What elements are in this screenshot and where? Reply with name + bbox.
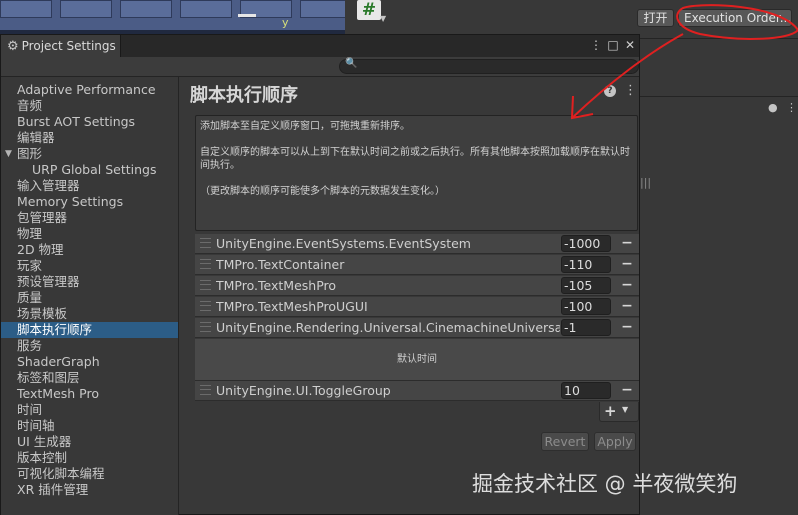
- sidebar-item-version-control[interactable]: 版本控制: [17, 450, 67, 466]
- gear-icon: ⚙: [7, 39, 19, 54]
- csharp-script-icon: #: [357, 0, 381, 20]
- drag-handle-icon[interactable]: [200, 238, 211, 248]
- sidebar-item-adaptive-performance[interactable]: Adaptive Performance: [17, 82, 156, 98]
- close-icon[interactable]: ✕: [623, 37, 637, 53]
- sidebar-item-quality[interactable]: 质量: [17, 290, 42, 306]
- execution-order-button[interactable]: Execution Order...: [678, 9, 792, 27]
- order-value-input[interactable]: -110: [561, 256, 611, 273]
- script-name: UnityEngine.EventSystems.EventSystem: [216, 236, 471, 251]
- sidebar-item-editor[interactable]: 编辑器: [17, 130, 55, 146]
- scene-gizmo-bar: [238, 14, 256, 17]
- inspector-divider: [640, 38, 798, 39]
- kebab-menu-icon[interactable]: ⋮: [786, 101, 797, 114]
- sidebar-item-burst-aot[interactable]: Burst AOT Settings: [17, 114, 135, 130]
- help-text-line: 自定义顺序的脚本可以从上到下在默认时间之前或之后执行。所有其他脚本按照加载顺序在…: [200, 147, 630, 171]
- sidebar-item-audio[interactable]: 音频: [17, 98, 42, 114]
- chevron-down-icon[interactable]: ▼: [622, 405, 628, 414]
- default-time-marker: 默认时间: [195, 339, 639, 381]
- sidebar-item-services[interactable]: 服务: [17, 338, 42, 354]
- order-value-input[interactable]: -1: [561, 319, 611, 336]
- chevron-down-icon[interactable]: ▼: [380, 14, 386, 23]
- sidebar-item-player[interactable]: 玩家: [17, 258, 42, 274]
- search-icon: 🔍: [345, 58, 358, 69]
- help-icon[interactable]: ●: [768, 101, 778, 114]
- sidebar-item-timeline[interactable]: 时间轴: [17, 418, 55, 434]
- sidebar-item-visual-scripting[interactable]: 可视化脚本编程: [17, 466, 105, 482]
- expand-arrow-icon[interactable]: ▼: [5, 149, 12, 159]
- order-value-input[interactable]: -1000: [561, 235, 611, 252]
- settings-sidebar: Adaptive Performance 音频 Burst AOT Settin…: [1, 77, 179, 515]
- sidebar-item-tags-and-layers[interactable]: 标签和图层: [17, 370, 80, 386]
- sidebar-item-xr-plugin[interactable]: XR 插件管理: [17, 482, 88, 498]
- list-item[interactable]: TMPro.TextMeshPro -105 −: [195, 276, 639, 296]
- default-time-label: 默认时间: [397, 354, 437, 365]
- watermark-text: 掘金技术社区 @ 半夜微笑狗: [472, 472, 738, 496]
- help-info-box: 添加脚本至自定义顺序窗口，可拖拽重新排序。 自定义顺序的脚本可以从上到下在默认时…: [195, 115, 638, 231]
- drag-handle-icon[interactable]: [200, 301, 211, 311]
- help-text-line: （更改脚本的顺序可能使多个脚本的元数据发生变化。）: [200, 186, 445, 197]
- list-item[interactable]: TMPro.TextContainer -110 −: [195, 255, 639, 275]
- kebab-menu-icon[interactable]: ⋮: [624, 83, 637, 98]
- sidebar-item-textmesh-pro[interactable]: TextMesh Pro: [17, 386, 99, 402]
- sidebar-item-graphics[interactable]: 图形: [17, 146, 42, 162]
- help-icon[interactable]: ?: [604, 85, 616, 97]
- sidebar-item-scene-template[interactable]: 场景模板: [17, 306, 67, 322]
- list-item[interactable]: UnityEngine.EventSystems.EventSystem -10…: [195, 234, 639, 254]
- sidebar-item-input-manager[interactable]: 输入管理器: [17, 178, 80, 194]
- sidebar-item-package-manager[interactable]: 包管理器: [17, 210, 67, 226]
- list-item[interactable]: TMPro.TextMeshProUGUI -100 −: [195, 297, 639, 317]
- drag-handle-icon[interactable]: [200, 259, 211, 269]
- remove-icon[interactable]: −: [619, 255, 635, 274]
- script-name: UnityEngine.UI.ToggleGroup: [216, 383, 391, 398]
- sidebar-item-physics-2d[interactable]: 2D 物理: [17, 242, 64, 258]
- remove-icon[interactable]: −: [619, 297, 635, 316]
- scene-gizmo-y-axis[interactable]: y: [282, 16, 289, 29]
- sidebar-item-shadergraph[interactable]: ShaderGraph: [17, 354, 100, 370]
- page-title: 脚本执行顺序: [190, 85, 298, 106]
- scene-view-strip[interactable]: y: [0, 0, 345, 34]
- add-script-button[interactable]: +: [604, 402, 617, 420]
- order-value-input[interactable]: -105: [561, 277, 611, 294]
- sidebar-item-memory-settings[interactable]: Memory Settings: [17, 194, 123, 210]
- sidebar-item-preset-manager[interactable]: 预设管理器: [17, 274, 80, 290]
- open-button[interactable]: 打开: [637, 9, 674, 27]
- help-text-line: 添加脚本至自定义顺序窗口，可拖拽重新排序。: [200, 121, 410, 132]
- list-footer: + ▼: [599, 402, 639, 422]
- remove-icon[interactable]: −: [619, 318, 635, 337]
- search-bar: 🔍: [1, 57, 639, 77]
- sidebar-item-time[interactable]: 时间: [17, 402, 42, 418]
- remove-icon[interactable]: −: [619, 381, 635, 400]
- script-name: TMPro.TextMeshPro: [216, 278, 337, 293]
- order-value-input[interactable]: -100: [561, 298, 611, 315]
- sidebar-item-script-execution-order[interactable]: 脚本执行顺序: [1, 322, 178, 338]
- drag-handle-icon: |||: [640, 176, 652, 189]
- apply-button[interactable]: Apply: [594, 432, 636, 451]
- settings-content: 脚本执行顺序 ? ⋮ 添加脚本至自定义顺序窗口，可拖拽重新排序。 自定义顺序的脚…: [180, 77, 639, 515]
- drag-handle-icon[interactable]: [200, 322, 211, 332]
- kebab-menu-icon[interactable]: ⋮: [589, 37, 603, 53]
- project-settings-window: ⚙ Project Settings ⋮ □ ✕ 🔍 Adaptive Perfo…: [0, 34, 640, 515]
- tab-title: Project Settings: [21, 39, 116, 53]
- list-item[interactable]: UnityEngine.UI.ToggleGroup 10 −: [195, 381, 639, 401]
- script-name: UnityEngine.Rendering.Universal.Cinemach…: [216, 320, 560, 335]
- remove-icon[interactable]: −: [619, 276, 635, 295]
- sidebar-item-physics[interactable]: 物理: [17, 226, 42, 242]
- tab-project-settings[interactable]: ⚙ Project Settings: [1, 35, 121, 57]
- sidebar-item-urp-global[interactable]: URP Global Settings: [32, 162, 156, 178]
- order-value-input[interactable]: 10: [561, 382, 611, 399]
- window-tab-bar: ⚙ Project Settings ⋮ □ ✕: [1, 35, 639, 57]
- settings-search-input[interactable]: 🔍: [339, 58, 639, 74]
- maximize-icon[interactable]: □: [606, 37, 620, 53]
- script-name: TMPro.TextContainer: [216, 257, 345, 272]
- sidebar-item-ui-builder[interactable]: UI 生成器: [17, 434, 71, 450]
- remove-icon[interactable]: −: [619, 234, 635, 253]
- drag-handle-icon[interactable]: [200, 385, 211, 395]
- list-item[interactable]: UnityEngine.Rendering.Universal.Cinemach…: [195, 318, 639, 338]
- revert-button[interactable]: Revert: [541, 432, 589, 451]
- script-name: TMPro.TextMeshProUGUI: [216, 299, 368, 314]
- drag-handle-icon[interactable]: [200, 280, 211, 290]
